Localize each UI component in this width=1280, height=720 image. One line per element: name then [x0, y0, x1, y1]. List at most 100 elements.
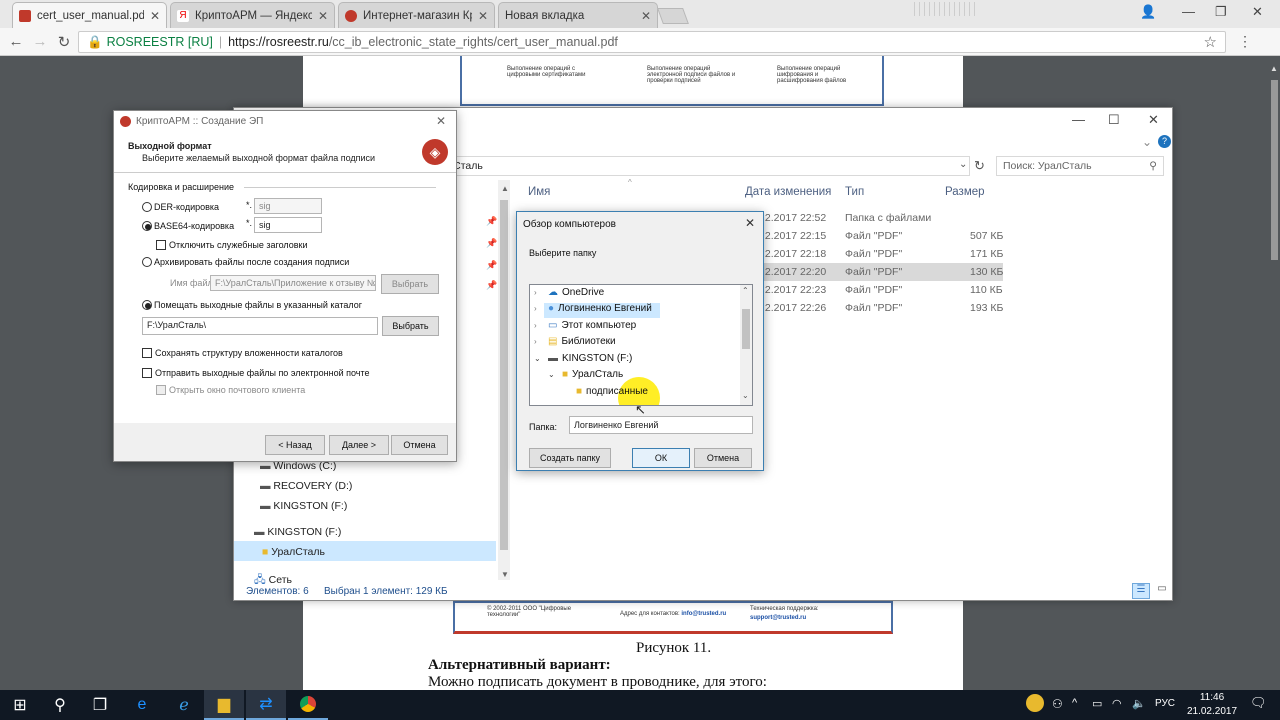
output-dir-field[interactable]: F:\УралСталь\	[142, 317, 378, 335]
cancel-button[interactable]: Отмена	[391, 435, 448, 455]
file-explorer-icon[interactable]: ▆	[204, 690, 244, 720]
browse-filename-button[interactable]: Выбрать	[381, 274, 439, 294]
address-bar[interactable]: 🔒 ROSREESTR [RU] | https://rosreestr.ru /…	[78, 31, 1226, 53]
tree-scrollbar[interactable]: ⌃ ⌄	[740, 285, 752, 405]
notifications-icon[interactable]: 🗨	[1250, 695, 1267, 711]
bookmark-star-icon[interactable]: ☆	[1204, 33, 1217, 51]
tree-item-onedrive[interactable]: › ☁ OneDrive	[534, 287, 604, 298]
new-tab-button[interactable]	[657, 8, 689, 24]
tree-item-uralstal[interactable]: ⌄ ■ УралСталь	[548, 369, 623, 380]
disable-headers-checkbox[interactable]	[156, 240, 166, 250]
tray-app-icon[interactable]	[1026, 694, 1044, 712]
new-folder-button[interactable]: Создать папку	[529, 448, 611, 468]
base64-extension-field[interactable]: sig	[254, 217, 322, 233]
battery-icon[interactable]: ▭	[1092, 697, 1102, 710]
refresh-icon[interactable]: ↻	[974, 158, 985, 174]
pin-icon[interactable]: 📌	[486, 260, 497, 271]
keep-structure-checkbox[interactable]	[142, 348, 152, 358]
search-input[interactable]: Поиск: УралСталь ⚲	[996, 156, 1164, 176]
edge-icon[interactable]: e	[122, 690, 162, 720]
browse-output-dir-button[interactable]: Выбрать	[382, 316, 439, 336]
back-button[interactable]: < Назад	[265, 435, 325, 455]
clock-time[interactable]: 11:46	[1196, 692, 1228, 703]
maximize-icon[interactable]: ☐	[1108, 112, 1120, 128]
chevron-down-icon[interactable]: ⌄	[959, 159, 967, 170]
column-size[interactable]: Размер	[945, 186, 985, 198]
tab-shop[interactable]: Интернет-магазин Кри ✕	[338, 2, 495, 28]
filename-field[interactable]: F:\УралСталь\Приложение к отзыву №2	[210, 275, 376, 291]
tree-item-user[interactable]: › ● Логвиненко Евгений	[534, 303, 652, 314]
scroll-up-icon[interactable]: ⌃	[742, 286, 749, 295]
nav-scrollbar[interactable]: ▲ ▼	[498, 180, 510, 580]
pin-icon[interactable]: 📌	[486, 238, 497, 249]
close-window-icon[interactable]: ✕	[1252, 4, 1263, 20]
tree-item-computer[interactable]: › ▭ Этот компьютер	[534, 320, 636, 331]
back-arrow-icon[interactable]: ←	[4, 33, 28, 50]
volume-icon[interactable]: 🔈	[1132, 697, 1146, 710]
teamviewer-icon[interactable]: ⇄	[246, 690, 286, 720]
der-radio[interactable]	[142, 202, 152, 212]
pin-icon[interactable]: 📌	[486, 280, 497, 291]
scroll-up-icon[interactable]: ▲	[1270, 64, 1278, 74]
column-type[interactable]: Тип	[845, 186, 864, 198]
maximize-icon[interactable]: ❐	[1215, 4, 1227, 20]
tree-item-signed[interactable]: ■ подписанные	[576, 386, 648, 397]
task-view-icon[interactable]: ❐	[80, 690, 120, 720]
wifi-icon[interactable]: ◠	[1112, 697, 1122, 710]
reload-icon[interactable]: ↻	[52, 33, 76, 51]
send-email-checkbox[interactable]	[142, 368, 152, 378]
close-icon[interactable]: ✕	[745, 216, 755, 230]
minimize-icon[interactable]: —	[1072, 112, 1085, 127]
tree-item-kingston[interactable]: ⌄ ▬ KINGSTON (F:)	[534, 353, 632, 364]
tray-chevron-icon[interactable]: ^	[1072, 697, 1077, 709]
details-view-icon[interactable]: ☰	[1132, 583, 1150, 599]
language-indicator[interactable]: РУС	[1155, 698, 1175, 709]
pin-icon[interactable]: 📌	[486, 216, 497, 227]
ie-icon[interactable]: ℯ	[164, 690, 204, 720]
minimize-icon[interactable]: —	[1182, 4, 1195, 19]
output-dir-radio[interactable]	[142, 300, 152, 310]
column-date[interactable]: Дата изменения	[745, 186, 831, 198]
clock-date[interactable]: 21.02.2017	[1184, 706, 1240, 717]
chrome-icon[interactable]	[288, 690, 328, 720]
chevron-down-icon[interactable]: ⌄	[1142, 135, 1152, 149]
tree-item-libraries[interactable]: › ▤ Библиотеки	[534, 336, 616, 347]
cancel-button[interactable]: Отмена	[694, 448, 752, 468]
scroll-thumb[interactable]	[742, 309, 750, 349]
close-icon[interactable]: ✕	[478, 9, 488, 23]
nav-item-uralstal[interactable]: ■ УралСталь	[262, 546, 325, 558]
scroll-thumb[interactable]	[500, 200, 508, 550]
close-icon[interactable]: ✕	[150, 9, 160, 23]
windows-start-icon[interactable]: ⊞	[0, 690, 40, 720]
help-icon[interactable]: ?	[1158, 135, 1171, 148]
column-name[interactable]: Имя	[528, 186, 550, 198]
close-icon[interactable]: ✕	[318, 9, 328, 23]
tab-new[interactable]: Новая вкладка ✕	[498, 2, 658, 28]
tab-yandex[interactable]: Я КриптоАРМ — Яндекс: н ✕	[170, 2, 335, 28]
open-mail-checkbox[interactable]	[156, 385, 166, 395]
base64-radio[interactable]	[142, 221, 152, 231]
close-icon[interactable]: ✕	[1148, 112, 1159, 128]
menu-icon[interactable]: ⋮	[1238, 33, 1252, 50]
nav-item-drive-d[interactable]: ▬ RECOVERY (D:)	[260, 480, 352, 492]
folder-tree[interactable]: › ☁ OneDrive › ● Логвиненко Евгений › ▭ Этот к…	[529, 284, 753, 406]
scroll-down-icon[interactable]: ▼	[501, 570, 509, 579]
search-icon[interactable]: ⚲	[40, 690, 80, 720]
scroll-up-icon[interactable]: ▲	[501, 184, 509, 193]
next-button[interactable]: Далее >	[329, 435, 389, 455]
ok-button[interactable]: ОК	[632, 448, 690, 468]
pdf-scrollbar[interactable]	[1271, 80, 1278, 260]
close-icon[interactable]: ✕	[641, 9, 651, 23]
profile-icon[interactable]: 👤	[1140, 4, 1156, 20]
der-extension-field[interactable]: sig	[254, 198, 322, 214]
tab-pdf[interactable]: cert_user_manual.pdf ✕	[12, 2, 167, 28]
folder-name-field[interactable]: Логвиненко Евгений	[569, 416, 753, 434]
people-icon[interactable]: ⚇	[1052, 697, 1063, 711]
tiles-view-icon[interactable]: ▭	[1154, 583, 1170, 599]
scroll-down-icon[interactable]: ⌄	[742, 391, 749, 400]
nav-item-kingston[interactable]: ▬ KINGSTON (F:)	[254, 526, 341, 538]
forward-arrow-icon[interactable]: →	[28, 33, 52, 50]
close-icon[interactable]: ✕	[436, 114, 446, 128]
nav-item-drive-f[interactable]: ▬ KINGSTON (F:)	[260, 500, 347, 512]
archive-radio[interactable]	[142, 257, 152, 267]
